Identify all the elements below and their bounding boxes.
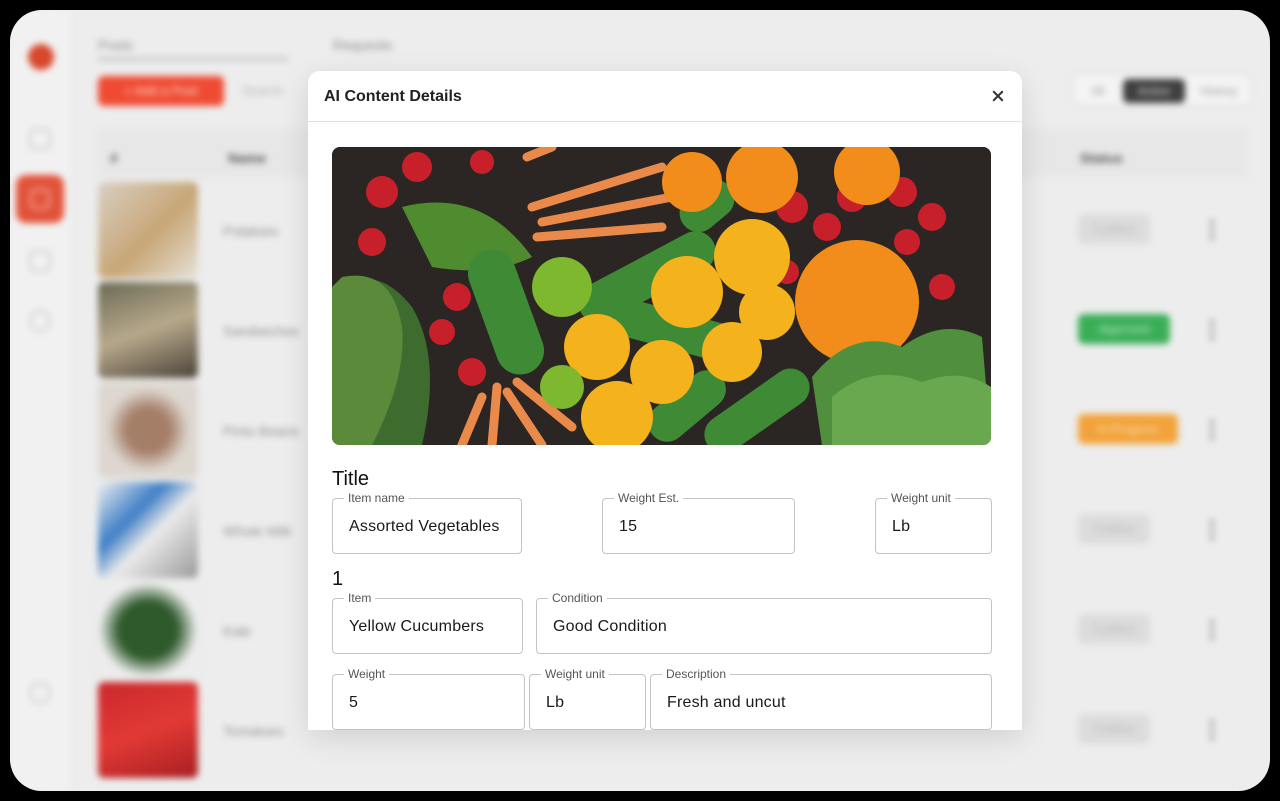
sidebar xyxy=(10,10,70,791)
tab-requests[interactable]: Requests xyxy=(333,37,392,53)
weight-unit-field[interactable]: Weight unit Lb xyxy=(875,491,992,554)
profile-icon[interactable] xyxy=(29,310,51,332)
item-name-field[interactable]: Item name Assorted Vegetables xyxy=(332,491,522,554)
row-menu-icon[interactable] xyxy=(1210,318,1214,340)
row-menu-icon[interactable] xyxy=(1210,718,1214,740)
item-weight-unit-field[interactable]: Weight unit Lb xyxy=(529,667,646,730)
row-menu-icon[interactable] xyxy=(1210,618,1214,640)
logo-icon xyxy=(28,44,54,70)
filter-active[interactable]: Active xyxy=(1123,79,1185,103)
description-value: Fresh and uncut xyxy=(667,694,786,711)
row-thumbnail xyxy=(98,582,198,678)
dialog-header: AI Content Details xyxy=(308,71,1022,122)
weight-est-label: Weight Est. xyxy=(614,491,684,505)
posts-nav-icon[interactable] xyxy=(16,175,64,223)
item-field[interactable]: Item Yellow Cucumbers xyxy=(332,591,523,654)
weight-unit-label: Weight unit xyxy=(887,491,955,505)
filter-history[interactable]: History xyxy=(1189,79,1249,103)
content-image xyxy=(332,147,991,445)
app-frame: Posts Requests + Add a Post Search All A… xyxy=(10,10,1270,791)
weight-unit-value: Lb xyxy=(892,518,911,535)
item-weight-value: 5 xyxy=(349,694,359,711)
item-weight-unit-value: Lb xyxy=(546,694,565,711)
condition-label: Condition xyxy=(548,591,607,605)
tab-indicator xyxy=(98,58,288,60)
inbox-icon[interactable] xyxy=(29,250,51,272)
item-name-value: Assorted Vegetables xyxy=(349,518,500,535)
row-name: Tomatoes xyxy=(223,723,284,739)
row-name: Pinto Beans xyxy=(223,423,299,439)
row-thumbnail xyxy=(98,282,198,378)
column-name: Name xyxy=(228,150,267,166)
row-thumbnail xyxy=(98,682,198,778)
filter-all[interactable]: All xyxy=(1079,79,1117,103)
item-label: Item xyxy=(344,591,376,605)
filter-segmented-control: All Active History xyxy=(1072,74,1252,106)
settings-icon[interactable] xyxy=(29,682,51,704)
vegetables-photo xyxy=(332,147,991,445)
row-name: Whole Milk xyxy=(223,523,292,539)
item-weight-label: Weight xyxy=(344,667,390,681)
status-badge: Fulfilled xyxy=(1078,714,1150,744)
description-label: Description xyxy=(662,667,731,681)
item-weight-field[interactable]: Weight 5 xyxy=(332,667,525,730)
ai-content-details-dialog: AI Content Details Title Item name Assor… xyxy=(308,71,1022,730)
item-weight-unit-label: Weight unit xyxy=(541,667,609,681)
dashboard-icon[interactable] xyxy=(29,128,51,150)
condition-field[interactable]: Condition Good Condition xyxy=(536,591,992,654)
add-post-button[interactable]: + Add a Post xyxy=(98,76,224,106)
weight-est-value: 15 xyxy=(619,518,638,535)
status-badge: Approved xyxy=(1078,314,1170,344)
row-name: Sandwiches xyxy=(223,323,299,339)
item-section-number: 1 xyxy=(332,568,344,590)
dialog-title: AI Content Details xyxy=(324,88,462,105)
section-title: Title xyxy=(332,468,370,490)
status-badge: Fulfilled xyxy=(1078,214,1150,244)
row-thumbnail xyxy=(98,182,198,278)
close-icon[interactable] xyxy=(988,86,1008,106)
item-name-label: Item name xyxy=(344,491,409,505)
item-value: Yellow Cucumbers xyxy=(349,618,485,635)
row-thumbnail xyxy=(98,482,198,578)
row-menu-icon[interactable] xyxy=(1210,518,1214,540)
search-input[interactable]: Search xyxy=(242,76,312,106)
weight-est-field[interactable]: Weight Est. 15 xyxy=(602,491,795,554)
row-menu-icon[interactable] xyxy=(1210,418,1214,440)
status-badge: Fulfilled xyxy=(1078,614,1150,644)
column-status: Status xyxy=(1080,150,1123,166)
description-field[interactable]: Description Fresh and uncut xyxy=(650,667,992,730)
row-name: Kale xyxy=(223,623,252,639)
column-number: # xyxy=(110,150,118,166)
row-thumbnail xyxy=(98,382,198,478)
condition-value: Good Condition xyxy=(553,618,667,635)
status-badge: In Progress xyxy=(1078,414,1178,444)
status-badge: Fulfilled xyxy=(1078,514,1150,544)
row-name: Potatoes xyxy=(223,223,279,239)
tab-posts[interactable]: Posts xyxy=(98,37,133,53)
row-menu-icon[interactable] xyxy=(1210,218,1214,240)
